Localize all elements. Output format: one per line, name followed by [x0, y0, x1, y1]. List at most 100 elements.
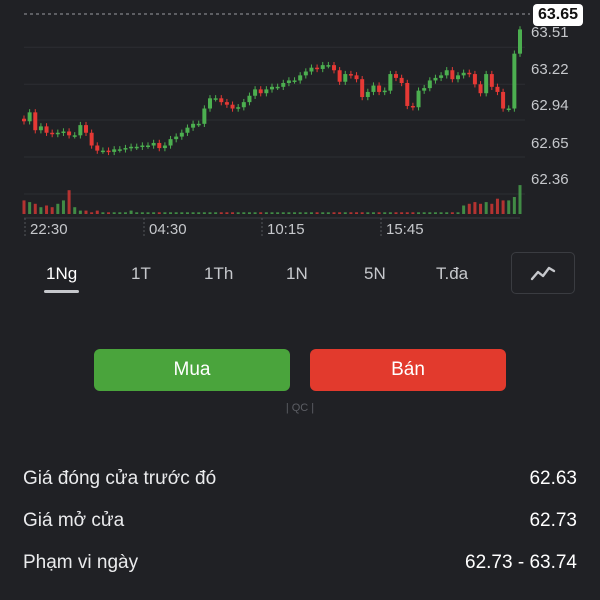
candle-body [309, 67, 314, 72]
candle-body [208, 98, 212, 109]
volume-bar [174, 212, 178, 214]
volume-bar [355, 212, 359, 214]
candle-body [22, 118, 26, 122]
candle-body [224, 102, 229, 105]
candle-body [55, 132, 60, 135]
stat-previous-close: Giá đóng cửa trước đó 62.63 [23, 468, 577, 494]
candle-body [456, 75, 460, 80]
candle-body [467, 72, 472, 75]
volume-bar [298, 212, 302, 214]
candle-body [405, 83, 410, 106]
volume-bar [140, 212, 144, 214]
volume-bar [360, 212, 364, 214]
candle-body [219, 98, 224, 103]
time-axis-label: 10:15 [267, 221, 305, 238]
price-chart[interactable]: 63.65 63.51 63.22 62.94 62.65 62.36 22:3… [0, 0, 600, 240]
candle-body [337, 70, 342, 82]
candle-body [320, 65, 325, 69]
volume-bar [22, 200, 26, 214]
volume-bar [123, 212, 127, 214]
volume-bar [445, 212, 449, 214]
volume-bar [231, 212, 235, 214]
stat-open: Giá mở cửa 62.73 [23, 510, 577, 536]
time-axis-label: 15:45 [386, 221, 424, 238]
candle-body [332, 65, 336, 71]
volume-bar [180, 212, 184, 214]
candle-body [377, 85, 382, 92]
volume-bar [484, 202, 488, 214]
volume-bar [78, 210, 82, 214]
candle-body [292, 80, 297, 82]
stat-day-range: Phạm vi ngày 62.73 - 63.74 [23, 552, 577, 578]
candle-body [50, 132, 55, 135]
candle-body [174, 136, 179, 140]
candle-body [134, 146, 139, 149]
volume-bar [61, 200, 65, 214]
tab-5-year[interactable]: 5N [364, 264, 386, 284]
volume-bar [422, 212, 426, 214]
volume-bar [84, 210, 88, 214]
candle-body [146, 145, 150, 148]
volume-bar [388, 212, 392, 214]
volume-bar [73, 207, 77, 214]
candle-body [399, 77, 404, 83]
candle-body [264, 89, 269, 94]
volume-bar [118, 212, 122, 214]
volume-bar [394, 212, 398, 214]
volume-bar [163, 212, 167, 214]
volume-bar [456, 212, 460, 214]
tab-1-month[interactable]: 1Th [204, 264, 233, 284]
tab-1-year[interactable]: 1N [286, 264, 308, 284]
volume-bar [343, 212, 347, 214]
volume-bar [135, 212, 139, 214]
volume-bar [405, 212, 409, 214]
volume-bar [467, 203, 471, 214]
y-axis-label: 63.51 [531, 24, 569, 41]
candle-body [185, 127, 190, 133]
volume-bar [332, 212, 336, 214]
volume-bar [208, 212, 212, 214]
volume-bar [157, 212, 161, 214]
volume-bar [304, 212, 308, 214]
candle-body [315, 67, 320, 70]
volume-bar [276, 212, 280, 214]
volume-bar [371, 212, 375, 214]
candle-body [365, 91, 370, 98]
volume-bar [366, 212, 370, 214]
stat-label: Giá đóng cửa trước đó [23, 468, 217, 489]
tab-max[interactable]: T.đa [436, 264, 468, 284]
candle-body [354, 75, 359, 80]
candle-body [168, 139, 173, 146]
volume-bar [202, 212, 206, 214]
time-axis-label: 04:30 [149, 221, 187, 238]
volume-bar [95, 210, 99, 214]
volume-bar [512, 197, 516, 214]
candle-body [38, 126, 43, 131]
sell-button[interactable]: Bán [310, 349, 506, 391]
candle-body [162, 145, 167, 149]
volume-bar [507, 200, 511, 214]
last-price-tag: 63.65 [533, 4, 584, 26]
volume-bar [518, 185, 522, 214]
volume-bar [101, 212, 105, 214]
chart-type-button[interactable] [511, 252, 575, 294]
volume-bar [433, 212, 437, 214]
candle-body [303, 71, 308, 76]
stat-value: 62.63 [529, 468, 577, 489]
candle-body [61, 131, 66, 133]
y-axis-label: 62.94 [531, 97, 569, 114]
candle-body [123, 148, 128, 150]
tab-1-day[interactable]: 1Ng [46, 264, 77, 284]
candle-body [484, 74, 489, 94]
candlestick-chart [22, 13, 530, 236]
tab-1-week[interactable]: 1T [131, 264, 151, 284]
candle-body [117, 149, 122, 151]
volume-bar [293, 212, 297, 214]
volume-bar [309, 212, 313, 214]
volume-bar [450, 212, 454, 214]
volume-bar [146, 212, 150, 214]
volume-bar [462, 205, 466, 214]
candle-body [506, 108, 511, 111]
active-tab-underline [44, 290, 79, 293]
buy-button[interactable]: Mua [94, 349, 290, 391]
